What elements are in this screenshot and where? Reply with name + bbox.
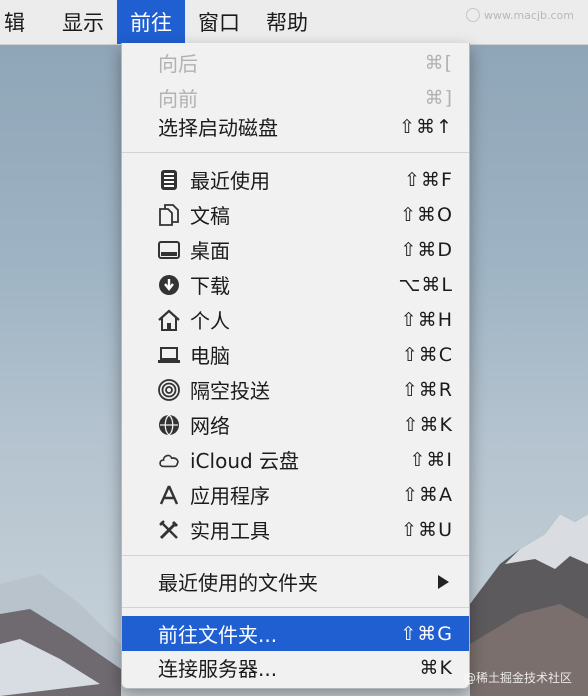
menu-item-label: 应用程序 [190, 484, 270, 508]
menu-item-shortcut: ⇧⌘D [400, 238, 453, 261]
menu-item-recents[interactable]: 最近使用 ⇧⌘F [122, 162, 469, 197]
menu-item-shortcut: ⇧⌘O [400, 203, 453, 226]
menu-item-icloud[interactable]: iCloud 云盘 ⇧⌘I [122, 442, 469, 477]
menu-item-label: 电脑 [190, 344, 230, 368]
menu-item-connect-server[interactable]: 连接服务器... ⌘K [122, 650, 469, 685]
menu-item-shortcut: ⇧⌘F [404, 168, 453, 191]
menu-item-shortcut: ⌥⌘L [398, 273, 453, 296]
menu-item-label: 桌面 [190, 239, 230, 263]
menu-item-home[interactable]: 个人 ⇧⌘H [122, 302, 469, 337]
menu-item-go-to-folder[interactable]: 前往文件夹... ⇧⌘G [122, 616, 469, 651]
menu-item-label: 向后 [158, 52, 198, 76]
icloud-icon [158, 449, 180, 471]
menu-item-label: 前往文件夹... [158, 623, 278, 647]
menu-item-airdrop[interactable]: 隔空投送 ⇧⌘R [122, 372, 469, 407]
menu-item-shortcut: ⇧⌘A [402, 483, 453, 506]
menu-item-applications[interactable]: 应用程序 ⇧⌘A [122, 477, 469, 512]
menu-item-back[interactable]: 向后 ⌘[ [122, 45, 469, 80]
menu-item-startup-disk[interactable]: 选择启动磁盘 ⇧⌘↑ [122, 109, 469, 144]
menu-item-shortcut: ⌘] [424, 86, 453, 109]
menu-item-recent-folders[interactable]: 最近使用的文件夹 [122, 564, 469, 599]
menu-item-label: 实用工具 [190, 519, 270, 543]
menu-item-label: 下载 [190, 274, 230, 298]
menubar-item-window[interactable]: 窗口 [185, 0, 253, 44]
menu-item-label: 文稿 [190, 204, 230, 228]
watermark-logo-icon [465, 8, 480, 22]
menu-separator [122, 152, 469, 153]
menu-item-shortcut: ⇧⌘K [402, 413, 453, 436]
watermark-top-text: www.macjb.com [483, 8, 574, 22]
menu-item-shortcut: ⇧⌘H [400, 308, 453, 331]
menu-bar: 辑 显示 前往 窗口 帮助 www.macjb.com [0, 0, 588, 45]
submenu-arrow-icon [438, 574, 449, 589]
menubar-item-help[interactable]: 帮助 [253, 0, 321, 44]
applications-icon [158, 484, 180, 506]
menu-item-shortcut: ⇧⌘↑ [399, 115, 453, 138]
network-icon [158, 413, 180, 436]
documents-icon [158, 203, 180, 226]
menu-item-shortcut: ⇧⌘R [401, 378, 453, 401]
menu-item-shortcut: ⇧⌘U [401, 518, 453, 541]
computer-icon [158, 344, 180, 366]
utilities-icon [158, 519, 180, 541]
menu-item-label: 隔空投送 [190, 379, 270, 403]
menu-item-desktop[interactable]: 桌面 ⇧⌘D [122, 232, 469, 267]
menu-item-shortcut: ⇧⌘G [400, 622, 453, 645]
menu-item-shortcut: ⌘[ [424, 51, 453, 74]
menu-item-shortcut: ⌘K [419, 656, 453, 679]
menu-item-documents[interactable]: 文稿 ⇧⌘O [122, 197, 469, 232]
menu-item-label: 个人 [190, 309, 230, 333]
menu-item-computer[interactable]: 电脑 ⇧⌘C [122, 337, 469, 372]
menu-item-label: 选择启动磁盘 [158, 116, 278, 140]
menubar-item-edit[interactable]: 辑 [0, 0, 49, 44]
menu-item-network[interactable]: 网络 ⇧⌘K [122, 407, 469, 442]
menu-item-utilities[interactable]: 实用工具 ⇧⌘U [122, 512, 469, 547]
menu-item-label: iCloud 云盘 [190, 449, 300, 473]
menu-item-label: 向前 [158, 87, 198, 111]
watermark-top: www.macjb.com [465, 8, 574, 22]
menubar-item-go[interactable]: 前往 [117, 0, 185, 44]
menubar-item-view[interactable]: 显示 [49, 0, 117, 44]
menu-separator [122, 607, 469, 608]
menu-separator [122, 555, 469, 556]
desktop-icon [158, 239, 180, 261]
menu-item-downloads[interactable]: 下载 ⌥⌘L [122, 267, 469, 302]
airdrop-icon [158, 378, 180, 401]
menu-item-label: 最近使用的文件夹 [158, 571, 318, 595]
go-menu: 向后 ⌘[ 向前 ⌘] 选择启动磁盘 ⇧⌘↑ 最近使用 ⇧⌘F 文稿 ⇧⌘O 桌… [121, 43, 470, 689]
recents-icon [158, 169, 180, 191]
menu-item-label: 最近使用 [190, 169, 270, 193]
menu-item-label: 连接服务器... [158, 657, 278, 681]
menu-item-shortcut: ⇧⌘I [409, 448, 453, 471]
home-icon [158, 309, 180, 331]
menu-item-shortcut: ⇧⌘C [401, 343, 453, 366]
downloads-icon [158, 274, 180, 296]
menu-item-label: 网络 [190, 414, 230, 438]
watermark-bottom: @稀土掘金技术社区 [463, 671, 572, 685]
